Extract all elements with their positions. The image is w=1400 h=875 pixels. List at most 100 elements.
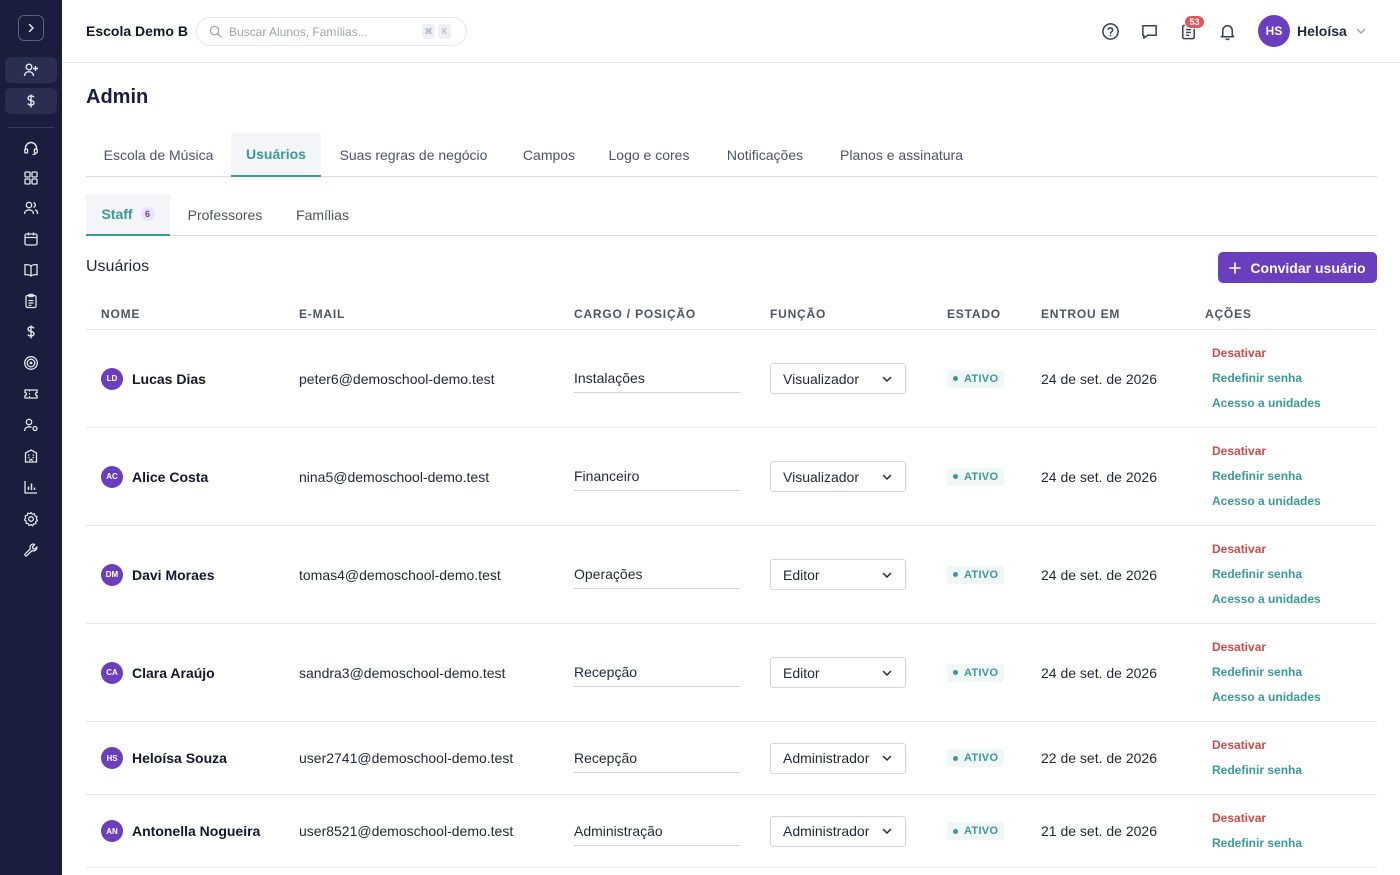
sidebar-item-reports[interactable] xyxy=(5,474,57,500)
role-select[interactable]: Visualizador xyxy=(770,363,906,394)
unit-access-link[interactable]: Acesso a unidades xyxy=(1212,396,1321,411)
funcao-cell: Administrador xyxy=(770,795,906,867)
cargo-cell: Administração xyxy=(574,795,740,867)
role-select[interactable]: Editor xyxy=(770,559,906,590)
reset-password-link[interactable]: Redefinir senha xyxy=(1212,763,1302,778)
deactivate-link[interactable]: Desativar xyxy=(1212,738,1302,753)
status-badge: ATIVO xyxy=(947,467,1005,486)
unit-access-link[interactable]: Acesso a unidades xyxy=(1212,494,1321,509)
role-select-value: Visualizador xyxy=(783,468,860,485)
funcao-cell: Visualizador xyxy=(770,330,906,427)
deactivate-link[interactable]: Desativar xyxy=(1212,811,1302,826)
subtab-staff[interactable]: Staff 6 xyxy=(86,194,170,236)
funcao-cell: Visualizador xyxy=(770,428,906,525)
user-name: Heloísa xyxy=(1297,23,1347,39)
search-input[interactable] xyxy=(229,24,419,39)
cargo-field[interactable]: Operações xyxy=(574,560,740,589)
sidebar-item-courses[interactable] xyxy=(5,257,57,283)
cargo-cell: Instalações xyxy=(574,330,740,427)
role-select-value: Administrador xyxy=(783,750,870,766)
user-name: Heloísa Souza xyxy=(132,750,227,766)
funcao-cell: Editor xyxy=(770,526,906,623)
school-name: Escola Demo B xyxy=(86,23,188,39)
sidebar-item-finance-quick[interactable] xyxy=(5,88,57,114)
role-select[interactable]: Administrador xyxy=(770,815,906,847)
status-badge: ATIVO xyxy=(947,822,1005,840)
messages-button[interactable] xyxy=(1138,20,1160,42)
users-table: NOME E-MAIL CARGO / POSIÇÃO FUNÇÃO ESTAD… xyxy=(86,298,1377,868)
sidebar-item-finance[interactable] xyxy=(5,319,57,345)
user-cell: LD Lucas Dias xyxy=(101,330,206,427)
sidebar-toggle-button[interactable] xyxy=(18,15,44,41)
sidebar-item-calendar[interactable] xyxy=(5,226,57,252)
tab-planos-e-assinatura[interactable]: Planos e assinatura xyxy=(824,133,979,177)
tab-notificacoes[interactable]: Notificações xyxy=(706,133,824,177)
reset-password-link[interactable]: Redefinir senha xyxy=(1212,836,1302,851)
reset-password-link[interactable]: Redefinir senha xyxy=(1212,371,1321,386)
subtab-professores[interactable]: Professores xyxy=(170,194,280,236)
reset-password-link[interactable]: Redefinir senha xyxy=(1212,469,1321,484)
tab-usuarios[interactable]: Usuários xyxy=(231,133,321,177)
deactivate-link[interactable]: Desativar xyxy=(1212,640,1321,655)
sidebar-item-goals[interactable] xyxy=(5,350,57,376)
user-cell: HS Heloísa Souza xyxy=(101,722,227,794)
role-select[interactable]: Editor xyxy=(770,657,906,688)
cargo-field[interactable]: Financeiro xyxy=(574,462,740,491)
chevron-down-icon xyxy=(882,670,892,676)
column-header-cargo: CARGO / POSIÇÃO xyxy=(574,307,697,321)
cargo-field[interactable]: Recepção xyxy=(574,744,740,773)
estado-cell: ATIVO xyxy=(947,795,1005,867)
sidebar-item-units[interactable] xyxy=(5,443,57,469)
unit-access-link[interactable]: Acesso a unidades xyxy=(1212,592,1321,607)
email-cell: user2741@demoschool-demo.test xyxy=(299,750,514,766)
tab-regras-de-negocio[interactable]: Suas regras de negócio xyxy=(321,133,506,177)
deactivate-link[interactable]: Desativar xyxy=(1212,444,1321,459)
role-select-value: Editor xyxy=(783,664,820,681)
joined-date-cell: 24 de set. de 2026 xyxy=(1041,664,1157,681)
message-icon xyxy=(1141,24,1157,39)
table-header: NOME E-MAIL CARGO / POSIÇÃO FUNÇÃO ESTAD… xyxy=(86,298,1377,330)
dollar-icon xyxy=(27,94,35,108)
tab-campos[interactable]: Campos xyxy=(506,133,592,177)
unit-access-link[interactable]: Acesso a unidades xyxy=(1212,690,1321,705)
user-cell: AC Alice Costa xyxy=(101,428,208,525)
table-row: LD Lucas Dias peter6@demoschool-demo.test I… xyxy=(86,330,1377,428)
wrench-icon xyxy=(24,543,38,557)
sidebar-item-support[interactable] xyxy=(5,135,57,161)
target-icon xyxy=(24,356,38,370)
deactivate-link[interactable]: Desativar xyxy=(1212,542,1321,557)
sidebar xyxy=(0,0,62,875)
sidebar-item-settings[interactable] xyxy=(5,506,57,532)
sidebar-item-tickets[interactable] xyxy=(5,381,57,407)
reset-password-link[interactable]: Redefinir senha xyxy=(1212,567,1321,582)
status-text: ATIVO xyxy=(964,372,999,385)
column-header-funcao: FUNÇÃO xyxy=(770,307,827,321)
tab-logo-e-cores[interactable]: Logo e cores xyxy=(592,133,706,177)
notifications-button[interactable] xyxy=(1216,20,1238,42)
cargo-field[interactable]: Recepção xyxy=(574,658,740,687)
role-select[interactable]: Visualizador xyxy=(770,461,906,492)
help-button[interactable] xyxy=(1099,20,1121,42)
sidebar-item-attendance[interactable] xyxy=(5,288,57,314)
status-dot xyxy=(953,755,958,761)
user-menu[interactable]: HS Heloísa xyxy=(1258,15,1367,47)
cargo-field[interactable]: Instalações xyxy=(574,364,740,393)
status-badge: ATIVO xyxy=(947,749,1005,767)
sidebar-item-add-user[interactable] xyxy=(5,57,57,83)
role-select[interactable]: Administrador xyxy=(770,742,906,774)
subtab-familias[interactable]: Famílias xyxy=(280,194,365,236)
cargo-field[interactable]: Administração xyxy=(574,817,740,846)
status-badge: ATIVO xyxy=(947,369,1005,388)
sidebar-item-user-settings[interactable] xyxy=(5,412,57,438)
funcao-cell: Administrador xyxy=(770,722,906,794)
table-row: AC Alice Costa nina5@demoschool-demo.test F… xyxy=(86,428,1377,526)
sidebar-item-tools[interactable] xyxy=(5,537,57,563)
email-cell: nina5@demoschool-demo.test xyxy=(299,468,490,485)
search-box[interactable]: ⌘ K xyxy=(196,17,467,46)
sidebar-item-dashboard[interactable] xyxy=(5,165,57,191)
sidebar-item-people[interactable] xyxy=(5,195,57,221)
tab-escola-de-musica[interactable]: Escola de Música xyxy=(86,133,231,177)
invite-user-button[interactable]: Convidar usuário xyxy=(1218,252,1377,283)
reset-password-link[interactable]: Redefinir senha xyxy=(1212,665,1321,680)
deactivate-link[interactable]: Desativar xyxy=(1212,346,1321,361)
